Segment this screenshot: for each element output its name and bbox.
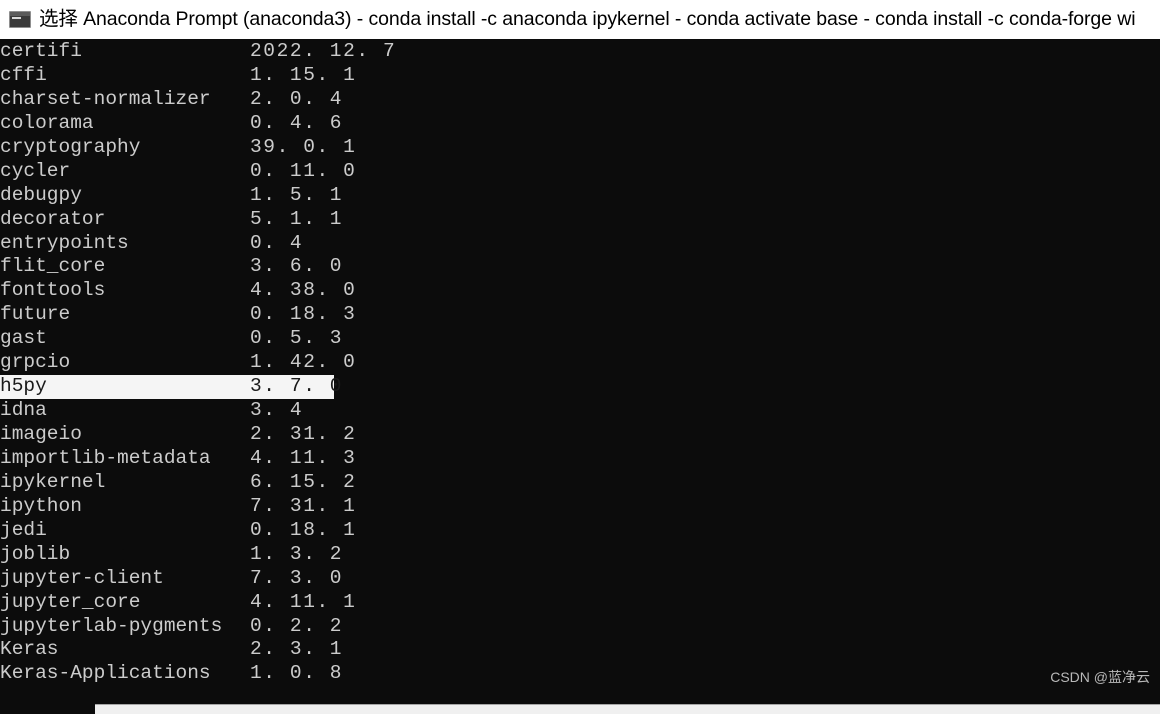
package-version: 1. 3. 2	[250, 542, 344, 565]
package-name: cycler	[0, 159, 71, 182]
horizontal-scrollbar[interactable]	[0, 703, 1160, 714]
package-row: charset-normalizer 2. 0. 4	[0, 88, 1160, 112]
package-version: 0. 2. 2	[250, 614, 344, 637]
package-name: joblib	[0, 542, 71, 565]
package-version: 0. 4	[250, 231, 304, 254]
package-version: 3. 6. 0	[250, 255, 344, 278]
terminal-output-area[interactable]: certifi 2022. 12. 7 cffi 1. 15. 1 charset-no…	[0, 39, 1160, 703]
package-row: gast 0. 5. 3	[0, 327, 1160, 351]
package-version: 1. 0. 8	[250, 662, 344, 685]
package-name: ipython	[0, 494, 82, 517]
package-version: 5. 1. 1	[250, 207, 344, 230]
window-title: 选择 Anaconda Prompt (anaconda3) - conda i…	[39, 8, 1136, 30]
package-list: certifi 2022. 12. 7 cffi 1. 15. 1 charset-no…	[0, 40, 1160, 686]
package-row: cryptography 39. 0. 1	[0, 136, 1160, 160]
watermark-label: CSDN @蓝净云	[1050, 669, 1150, 685]
package-version: 4. 38. 0	[250, 279, 357, 302]
package-row: decorator 5. 1. 1	[0, 208, 1160, 232]
package-name: certifi	[0, 40, 82, 62]
package-row: cffi 1. 15. 1	[0, 64, 1160, 88]
package-row: Keras-Applications 1. 0. 8	[0, 662, 1160, 686]
package-version: 0. 18. 1	[250, 518, 357, 541]
package-version: 1. 42. 0	[250, 351, 357, 374]
package-name: Keras	[0, 638, 59, 661]
package-name: jupyterlab-pygments	[0, 614, 223, 637]
package-name: jupyter-client	[0, 566, 164, 589]
package-name: cffi	[0, 63, 47, 86]
package-version: 2. 0. 4	[250, 87, 344, 110]
console-icon	[9, 11, 31, 28]
package-name: grpcio	[0, 351, 71, 374]
package-name: imageio	[0, 423, 82, 445]
package-version: 7. 31. 1	[250, 494, 357, 517]
package-row: idna 3. 4	[0, 399, 1160, 423]
package-name: future	[0, 303, 71, 326]
package-name: jedi	[0, 518, 47, 541]
package-row: ipython 7. 31. 1	[0, 495, 1160, 519]
package-row: jedi 0. 18. 1	[0, 519, 1160, 543]
package-version: 7. 3. 0	[250, 566, 344, 589]
package-row: jupyter_core 4. 11. 1	[0, 591, 1160, 615]
package-row: future 0. 18. 3	[0, 303, 1160, 327]
package-version: 1. 5. 1	[250, 183, 344, 206]
package-name: h5py	[0, 375, 47, 398]
package-version: 3. 4	[250, 399, 304, 422]
console-window: 选择 Anaconda Prompt (anaconda3) - conda i…	[0, 0, 1160, 714]
package-row: flit_core 3. 6. 0	[0, 255, 1160, 279]
package-row: entrypoints 0. 4	[0, 232, 1160, 256]
package-name: decorator	[0, 207, 106, 230]
package-row: imageio 2. 31. 2	[0, 423, 1160, 447]
package-row: grpcio 1. 42. 0	[0, 351, 1160, 375]
package-version: 4. 11. 3	[250, 446, 357, 469]
package-version: 0. 11. 0	[250, 159, 357, 182]
package-row: importlib-metadata 4. 11. 3	[0, 447, 1160, 471]
package-row: h5py 3. 7. 0	[0, 375, 1160, 400]
package-row: cycler 0. 11. 0	[0, 160, 1160, 184]
package-row: jupyter-client 7. 3. 0	[0, 567, 1160, 591]
package-version: 2. 3. 1	[250, 638, 344, 661]
package-row: fonttools 4. 38. 0	[0, 279, 1160, 303]
package-name: debugpy	[0, 183, 82, 206]
package-name: fonttools	[0, 279, 106, 302]
package-name: flit_core	[0, 255, 106, 278]
package-name: ipykernel	[0, 470, 106, 493]
package-name: jupyter_core	[0, 590, 141, 613]
package-version: 1. 15. 1	[250, 63, 357, 86]
package-version: 6. 15. 2	[250, 470, 357, 493]
package-name: cryptography	[0, 135, 141, 158]
package-name: colorama	[0, 111, 94, 134]
scrollbar-track[interactable]	[95, 704, 1160, 714]
package-version: 2. 31. 2	[250, 423, 357, 445]
package-row: debugpy 1. 5. 1	[0, 184, 1160, 208]
package-version: 3. 7. 0	[250, 375, 344, 398]
package-name: entrypoints	[0, 231, 129, 254]
package-row: joblib 1. 3. 2	[0, 543, 1160, 567]
package-name: gast	[0, 327, 47, 350]
package-version: 0. 4. 6	[250, 111, 344, 134]
package-row: colorama 0. 4. 6	[0, 112, 1160, 136]
package-version: 4. 11. 1	[250, 590, 357, 613]
package-name: charset-normalizer	[0, 87, 211, 110]
package-row: Keras 2. 3. 1	[0, 638, 1160, 662]
package-version: 39. 0. 1	[250, 135, 357, 158]
package-name: importlib-metadata	[0, 446, 211, 469]
package-row: ipykernel 6. 15. 2	[0, 471, 1160, 495]
package-version: 0. 18. 3	[250, 303, 357, 326]
package-name: idna	[0, 399, 47, 422]
package-row: jupyterlab-pygments 0. 2. 2	[0, 615, 1160, 639]
package-version: 0. 5. 3	[250, 327, 344, 350]
package-name: Keras-Applications	[0, 662, 211, 685]
package-version: 2022. 12. 7	[250, 40, 397, 62]
title-bar[interactable]: 选择 Anaconda Prompt (anaconda3) - conda i…	[0, 0, 1160, 39]
package-row: certifi 2022. 12. 7	[0, 40, 1160, 64]
